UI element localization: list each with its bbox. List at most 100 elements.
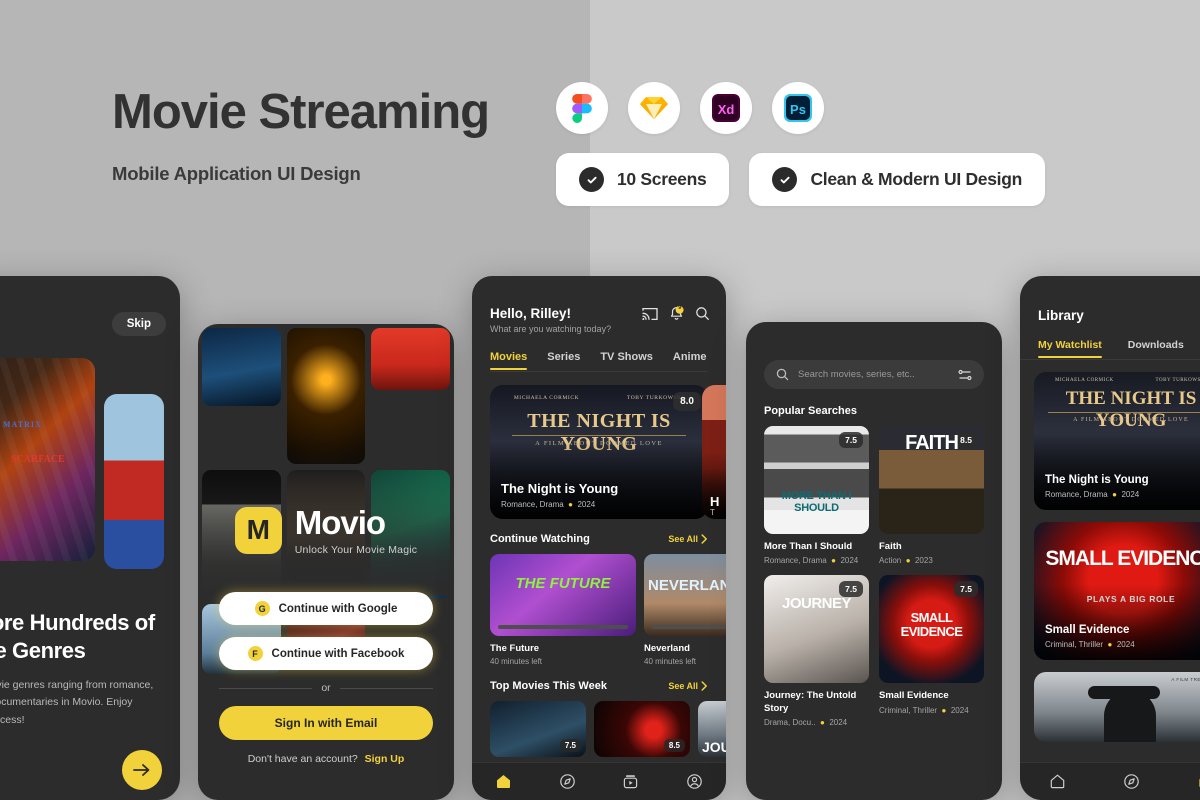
tab-series[interactable]: Series [547,351,580,363]
nav-compass-icon[interactable] [1123,773,1140,790]
brand-mark: M [234,506,282,554]
search-icon[interactable] [695,306,710,321]
tool-icon-row: Xd Ps [556,82,824,134]
greeting-subtitle: What are you watching today? [490,324,612,334]
featured-movie-card-next[interactable]: H T [702,385,726,519]
continue-watching-header: Continue Watching See All [490,533,708,545]
sign-in-with-email-button[interactable]: Sign In with Email [219,706,433,740]
figma-icon[interactable] [556,82,608,134]
divider-label: or [321,682,331,694]
skip-button[interactable]: Skip [111,312,166,336]
badge-design-label: Clean & Modern UI Design [810,169,1023,189]
result-meta: Romance, Drama ● 2024 [764,556,869,565]
poster-text: MORE THAN I SHOULD [781,490,852,514]
badge-screens: 10 Screens [556,153,730,206]
top-movies-row: 7.5 8.5 JOUR [490,701,726,757]
top-movie-item[interactable]: 8.5 [594,701,690,757]
divider-line [219,687,313,689]
continue-watching-row: THE FUTURE The Future 40 minutes left NE… [490,554,726,666]
continue-with-facebook-button[interactable]: F Continue with Facebook [219,637,433,670]
poster-text: THE FUTURE [515,575,611,592]
separator-dot: ● [1109,490,1120,499]
continue-watching-item[interactable]: THE FUTURE The Future 40 minutes left [490,554,636,666]
google-icon: G [254,601,270,616]
tabs-divider [490,371,708,372]
continue-watching-title: Continue Watching [490,533,590,545]
library-item[interactable]: A FILM TREATMENT [1034,672,1200,742]
separator-dot: ● [903,556,913,566]
result-meta: Action ● 2023 [879,556,984,565]
chevron-right-icon [701,534,707,544]
photoshop-icon[interactable]: Ps [772,82,824,134]
library-title: Library [1038,308,1084,323]
page-header: Movie Streaming Mobile Application UI De… [112,85,490,185]
adobe-xd-icon[interactable]: Xd [700,82,752,134]
onboarding-collage-secondary [104,394,164,569]
top-movie-item[interactable]: JOUR [698,701,726,757]
search-result-card[interactable]: 7.5 MORE THAN I SHOULD More Than I Shoul… [764,426,869,565]
content-type-tabs: Movies Series TV Shows Anime [490,351,708,370]
result-meta: Drama, Docu.. ● 2024 [764,718,869,727]
continue-watching-remaining-1: 40 minutes left [644,657,697,666]
search-result-card[interactable]: 7.5 JOURNEY Journey: The Untold Story Dr… [764,575,869,727]
notification-count: 9+ [678,305,685,311]
auth-actions: G Continue with Google F Continue with F… [219,592,433,765]
popular-searches-title: Popular Searches [764,405,857,417]
library-tabs-divider [1020,359,1200,360]
progress-bar [652,625,726,629]
featured-genres: Romance, Drama [501,500,564,509]
library-item-meta: The Night is Young Romance, Drama ● 2024 [1045,474,1149,499]
nav-home-icon[interactable] [1049,773,1066,790]
filter-icon[interactable] [958,369,972,381]
phone-screen-signin: M Movio Unlock Your Movie Magic G Contin… [198,324,454,800]
poster-text: SMALL EVIDENCE [900,610,963,639]
library-item[interactable]: SMALL EVIDENCE PLAYS A BIG ROLE Small Ev… [1034,522,1200,660]
top-movie-item[interactable]: 7.5 [490,701,586,757]
top-movies-see-all[interactable]: See All [668,681,708,691]
sketch-icon[interactable] [628,82,680,134]
tab-anime[interactable]: Anime [673,351,707,363]
continue-with-google-button[interactable]: G Continue with Google [219,592,433,625]
result-meta: Criminal, Thriller ● 2024 [879,706,984,715]
notification-bell-icon[interactable]: 9+ [669,305,685,321]
page-subtitle: Mobile Application UI Design [112,162,361,184]
signup-prompt: Don't have an account? [247,753,358,765]
tab-movies[interactable]: Movies [490,351,528,370]
phone-screen-onboarding: Skip SPECTRE MATRIX MAD MAX SCARFACE Exp… [0,276,180,800]
tab-downloads[interactable]: Downloads [1128,339,1184,351]
library-item-year: 2024 [1116,640,1135,649]
poster-text: NEVERLAND [648,577,726,594]
result-title: Small Evidence [879,690,949,702]
tab-tv-shows[interactable]: TV Shows [600,351,653,363]
nav-library-icon[interactable] [622,773,639,790]
library-item[interactable]: MICHAELA CORMICKTOBY TURKOWSKI THE NIGHT… [1034,372,1200,510]
separator-dot: ● [817,718,828,728]
nav-library-icon[interactable] [1197,773,1200,790]
poster-tagline: A FILM TREATMENT [1171,677,1200,682]
nav-profile-icon[interactable] [686,773,703,790]
onboarding-collage: SPECTRE MATRIX MAD MAX SCARFACE [0,358,95,561]
cast-icon[interactable] [642,307,658,321]
continue-watching-item[interactable]: NEVERLAND Neverland 40 minutes left [644,554,726,666]
nav-compass-icon[interactable] [559,773,576,790]
next-button[interactable] [122,750,162,790]
search-input[interactable]: Search movies, series, etc.. [764,360,984,389]
signup-row: Don't have an account? Sign Up [219,753,433,765]
continue-with-google-label: Continue with Google [278,602,398,615]
arrow-right-icon [133,764,150,776]
search-result-card[interactable]: 8.5 FAITH Faith Action ● 2023 [879,426,984,565]
featured-movie-card[interactable]: MICHAELA CORMICK TOBY TURKOWSKI THE NIGH… [490,385,708,519]
sign-up-link[interactable]: Sign Up [365,753,405,765]
library-item-title: Small Evidence [1045,624,1130,636]
search-result-card[interactable]: 7.5 SMALL EVIDENCE Small Evidence Crimin… [879,575,984,727]
nav-home-icon[interactable] [495,773,512,790]
search-icon [776,368,789,381]
tab-my-watchlist[interactable]: My Watchlist [1038,339,1102,358]
continue-watching-see-all[interactable]: See All [668,534,708,544]
featured-year: 2024 [577,500,596,509]
result-genres: Action [879,556,902,566]
check-icon [579,167,604,192]
separator-dot: ● [939,705,949,715]
featured-info: Romance, Drama ● 2024 [501,500,618,509]
brand-tagline: Unlock Your Movie Magic [294,544,418,556]
